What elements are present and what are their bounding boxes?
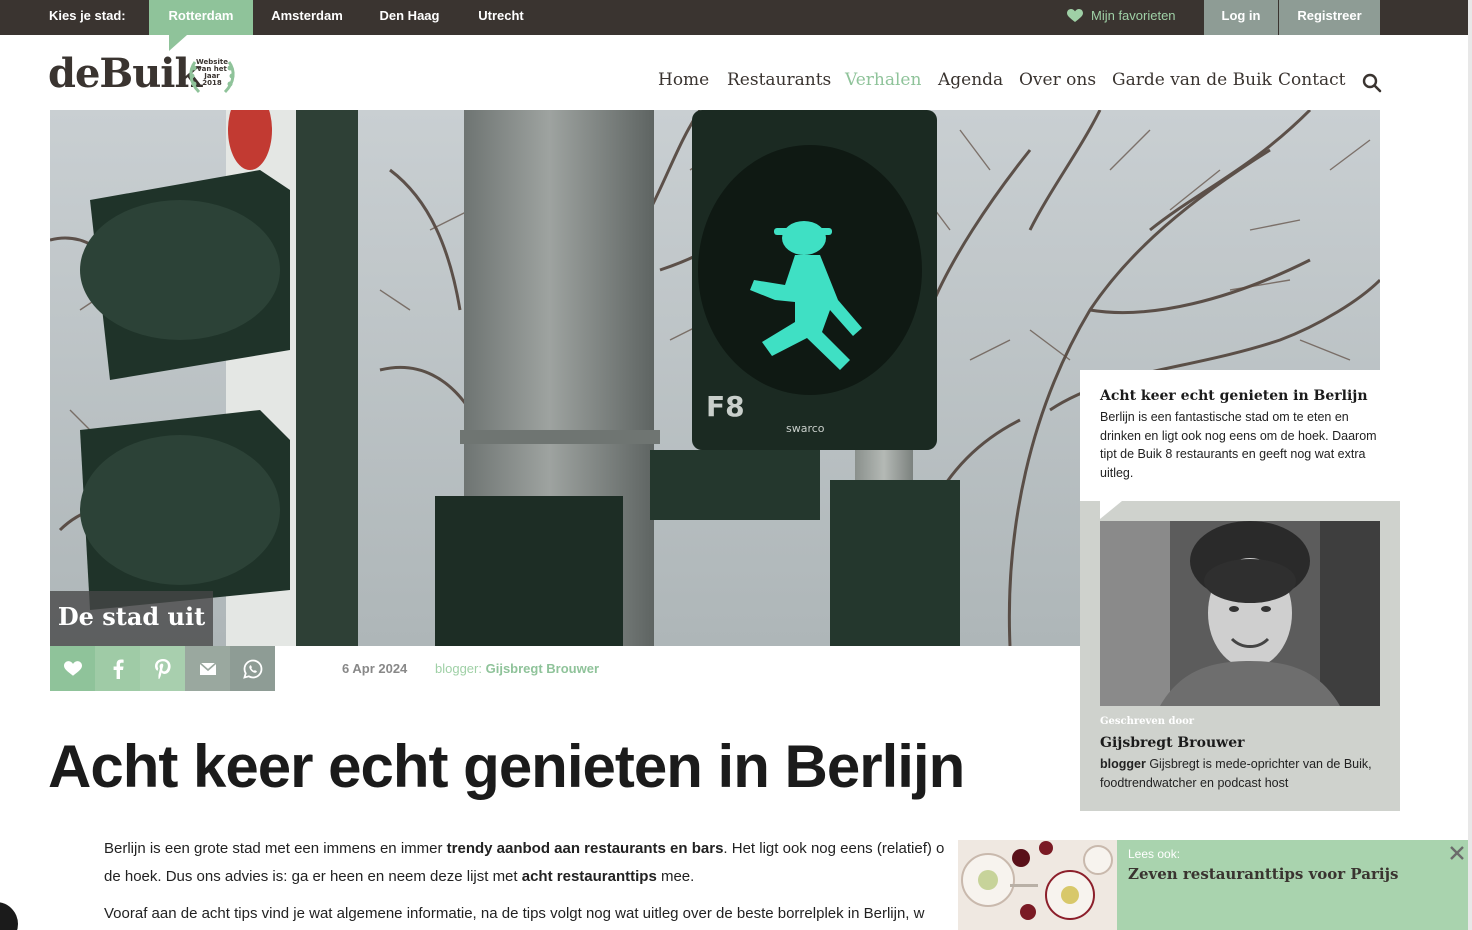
pinterest-share-button[interactable]: [140, 646, 185, 691]
city-tab-den-haag[interactable]: Den Haag: [361, 0, 458, 35]
close-icon[interactable]: [1448, 844, 1466, 862]
author-bio: blogger Gijsbregt is mede-oprichter van …: [1100, 757, 1372, 790]
register-button[interactable]: Registreer: [1279, 0, 1380, 35]
author-portrait-illustration: [1100, 521, 1380, 706]
heart-icon: [63, 660, 82, 676]
city-tab-utrecht[interactable]: Utrecht: [458, 0, 544, 35]
pinterest-icon: [154, 658, 171, 679]
facebook-icon: [113, 659, 124, 679]
login-button[interactable]: Log in: [1204, 0, 1278, 35]
mail-icon: [199, 662, 216, 675]
read-also-label: Lees ook:: [1128, 847, 1181, 861]
read-also-popup[interactable]: Lees ook: Zeven restauranttips voor Pari…: [958, 840, 1472, 930]
nav-agenda[interactable]: Agenda: [938, 70, 1003, 90]
scrollbar[interactable]: [1468, 0, 1472, 930]
mail-share-button[interactable]: [185, 646, 230, 691]
nav-verhalen[interactable]: Verhalen: [845, 70, 921, 90]
blogger-byline: blogger: Gijsbregt Brouwer: [435, 661, 599, 676]
article-title: Acht keer echt genieten in Berlijn: [48, 733, 965, 800]
floating-action-button[interactable]: [0, 902, 18, 930]
brand-label: swarco: [786, 422, 825, 435]
nav-contact[interactable]: Contact: [1278, 70, 1346, 90]
facebook-share-button[interactable]: [95, 646, 140, 691]
whatsapp-icon: [242, 659, 262, 679]
author-name[interactable]: Gijsbregt Brouwer: [1100, 735, 1244, 751]
light-label: F8: [706, 390, 745, 423]
written-by-label: Geschreven door: [1100, 716, 1195, 727]
article-paragraph-2: Vooraf aan de acht tips vind je wat alge…: [104, 905, 925, 922]
summary-title: Acht keer echt genieten in Berlijn: [1100, 388, 1368, 404]
city-tab-rotterdam[interactable]: Rotterdam: [149, 0, 253, 51]
blogger-name-link[interactable]: Gijsbregt Brouwer: [486, 661, 599, 676]
top-bar: Kies je stad: Rotterdam Amsterdam Den Ha…: [0, 0, 1472, 51]
read-also-thumbnail[interactable]: [958, 840, 1117, 930]
nav-home[interactable]: Home: [658, 70, 709, 90]
favorites-link[interactable]: Mijn favorieten: [1067, 0, 1176, 35]
category-tag[interactable]: De stad uit: [50, 591, 213, 646]
publish-date: 6 Apr 2024: [342, 661, 408, 676]
whatsapp-share-button[interactable]: [230, 646, 275, 691]
heart-icon: [1067, 9, 1083, 22]
favorites-label: Mijn favorieten: [1091, 8, 1176, 23]
search-icon[interactable]: [1362, 73, 1382, 93]
city-tab-amsterdam[interactable]: Amsterdam: [253, 0, 361, 35]
nav-over-ons[interactable]: Over ons: [1019, 70, 1096, 90]
nav-restaurants[interactable]: Restaurants: [727, 70, 831, 90]
city-selector-label: Kies je stad:: [49, 8, 126, 23]
blogger-label: blogger:: [435, 661, 482, 676]
main-nav: Home Restaurants Verhalen Agenda Over on…: [0, 70, 1472, 94]
summary-description: Berlijn is een fantastische stad om te e…: [1100, 410, 1377, 480]
article-summary-card: Acht keer echt genieten in Berlijn Berli…: [1080, 370, 1400, 501]
plates-illustration: [958, 840, 1117, 930]
article-paragraph-1: Berlijn is een grote stad met een immens…: [104, 840, 945, 885]
nav-garde-van-de-buik[interactable]: Garde van de Buik: [1112, 70, 1272, 90]
author-box: Geschreven door Gijsbregt Brouwer blogge…: [1080, 501, 1400, 811]
author-photo[interactable]: [1100, 521, 1380, 706]
favorite-button[interactable]: [50, 646, 95, 691]
read-also-title[interactable]: Zeven restauranttips voor Parijs: [1128, 865, 1398, 883]
